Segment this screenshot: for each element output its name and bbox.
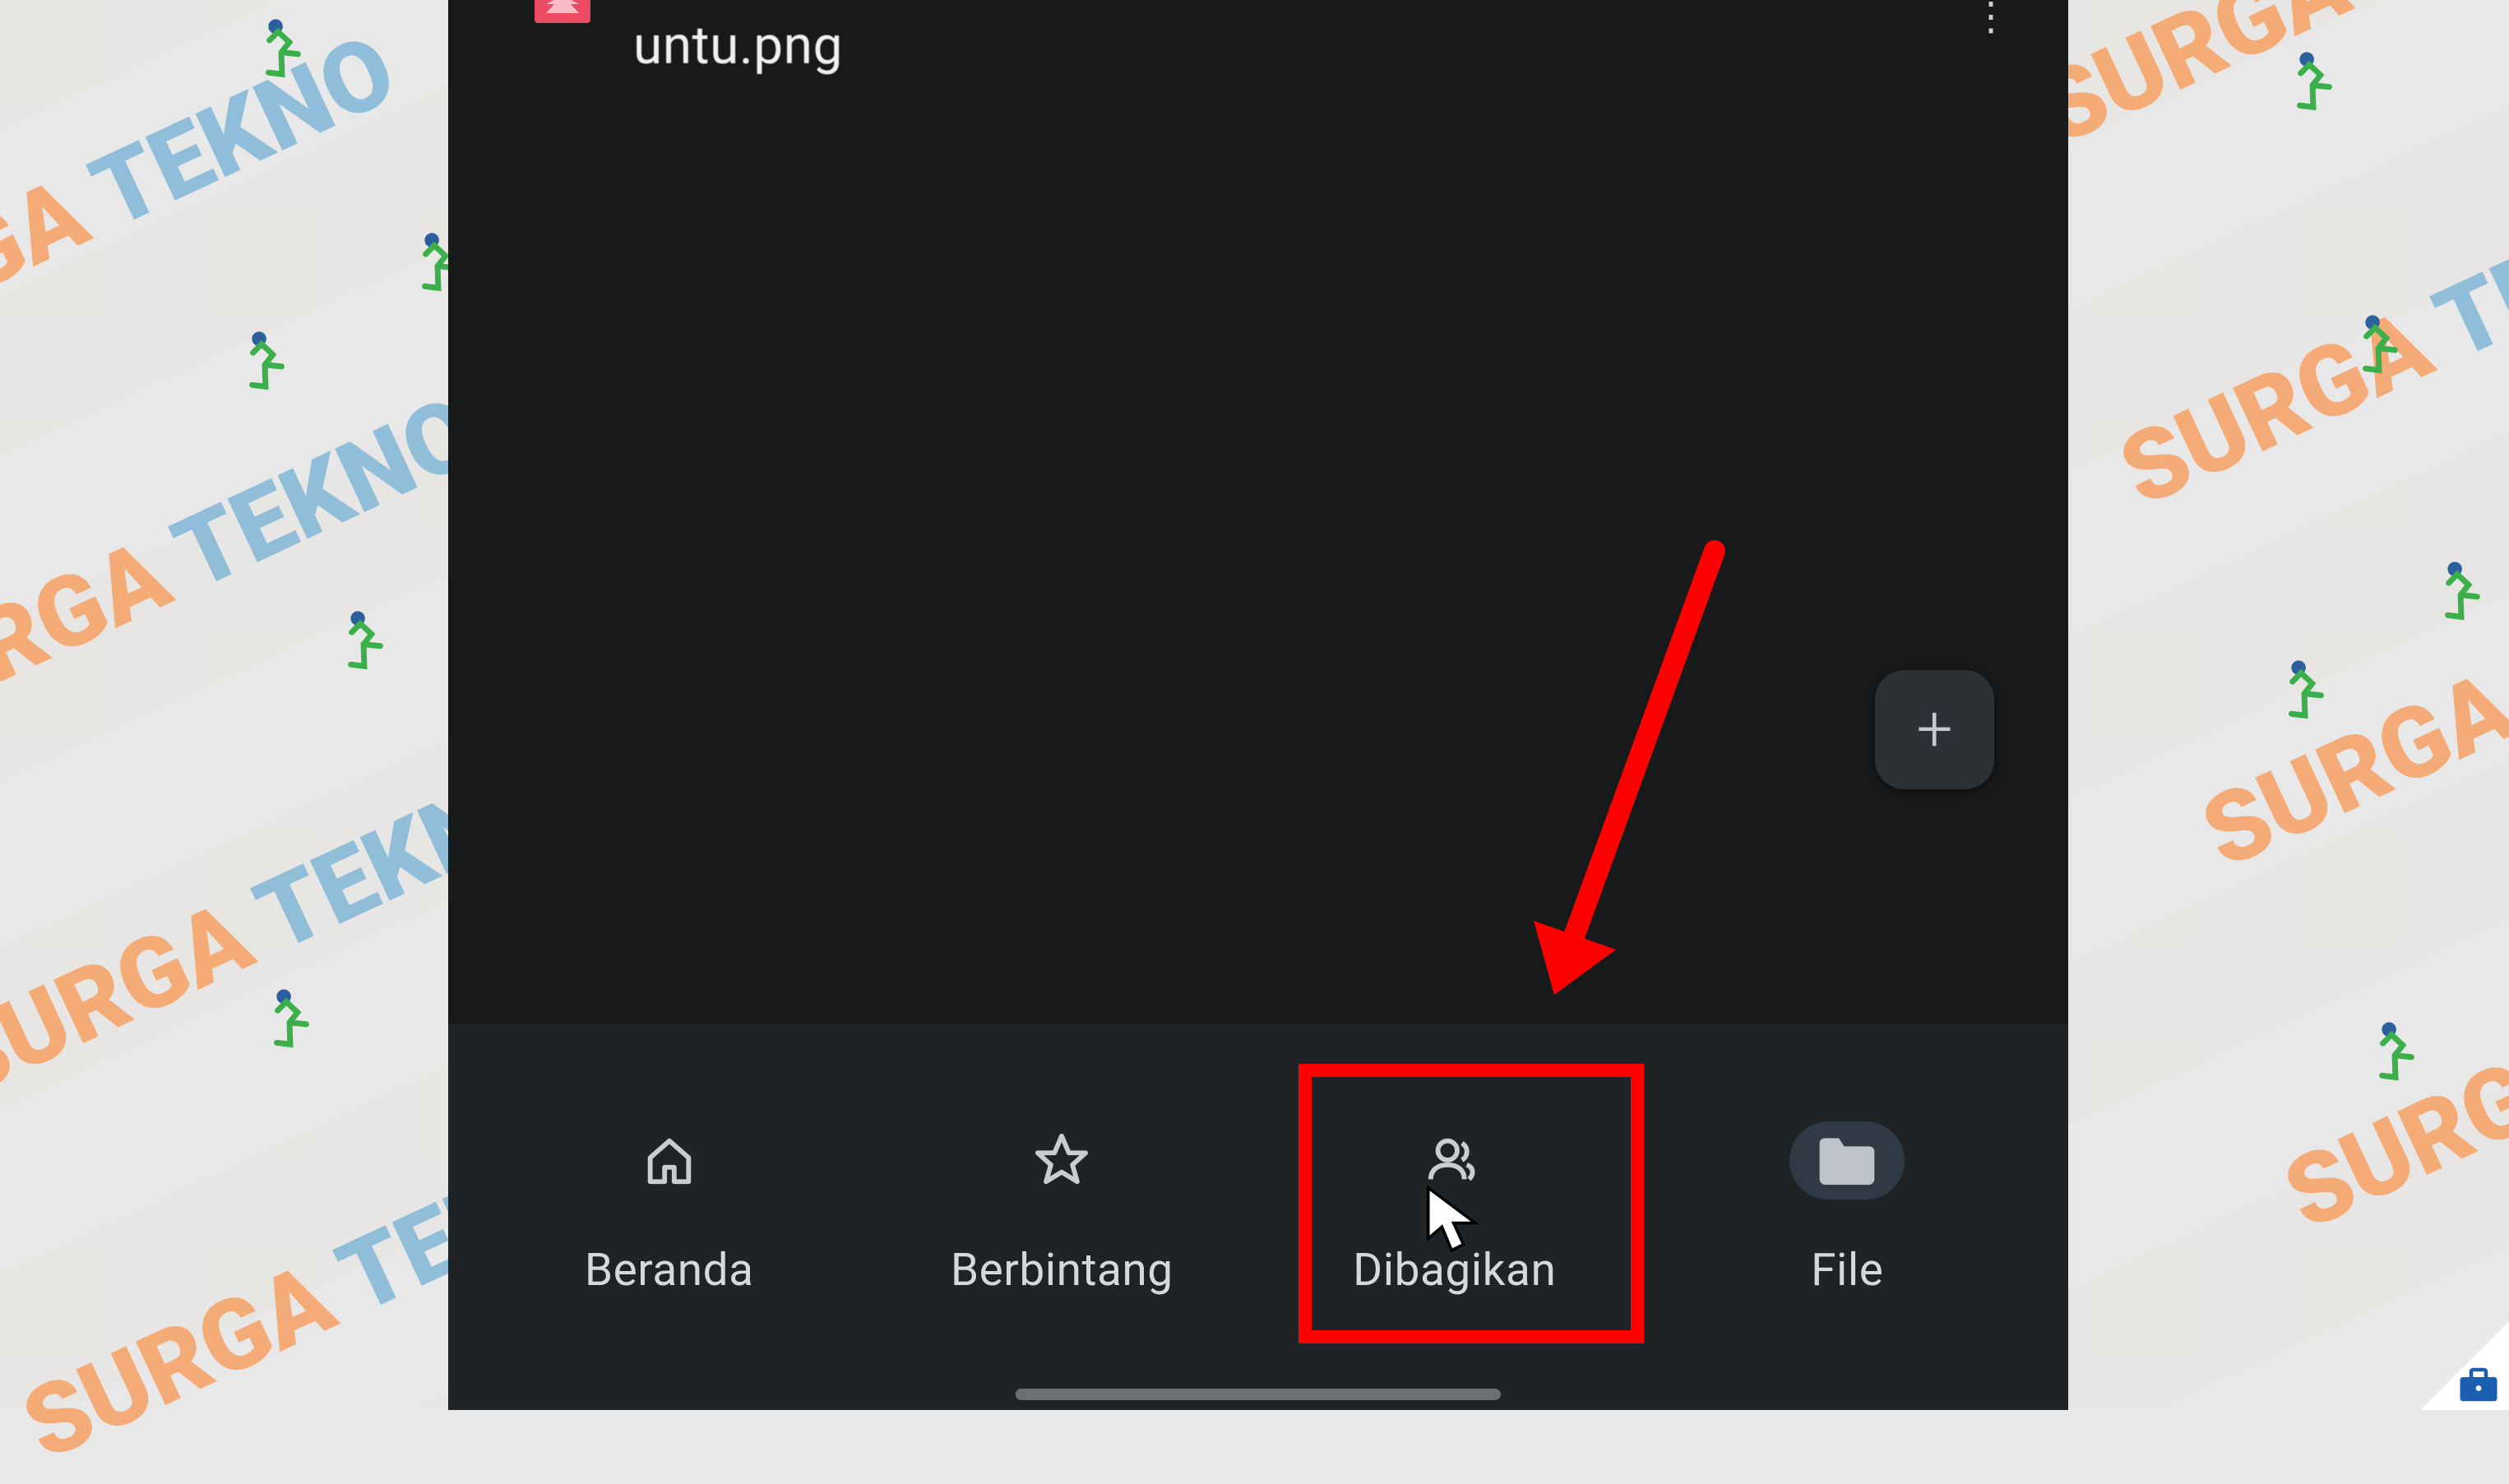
- nav-label: File: [1811, 1244, 1883, 1297]
- nav-label: Beranda: [585, 1244, 754, 1297]
- plus-icon: +: [1916, 698, 1952, 762]
- annotation-arrow: [1509, 534, 1739, 1028]
- nav-label: Dibagikan: [1353, 1244, 1556, 1297]
- gesture-bar[interactable]: [1016, 1389, 1501, 1400]
- briefcase-icon: [2456, 1366, 2501, 1403]
- nav-shared[interactable]: Dibagikan: [1258, 1069, 1651, 1348]
- bottom-navigation: Beranda Berbintang Dibagikan: [448, 1024, 2068, 1410]
- folder-icon: [1789, 1121, 1905, 1200]
- file-more-button[interactable]: ⋮: [1971, 10, 2011, 23]
- nav-starred[interactable]: Berbintang: [866, 1069, 1259, 1348]
- nav-home[interactable]: Beranda: [473, 1069, 866, 1348]
- app-window: untu.png ⋮ + Beranda Berbintang: [448, 0, 2068, 1410]
- nav-label: Berbintang: [951, 1244, 1173, 1297]
- home-icon: [612, 1121, 727, 1200]
- nav-files[interactable]: File: [1651, 1069, 2044, 1348]
- image-file-icon: [535, 0, 590, 23]
- star-icon: [1004, 1121, 1119, 1200]
- people-icon: [1397, 1121, 1512, 1200]
- file-list-row[interactable]: untu.png ⋮: [448, 0, 2068, 95]
- file-name-label: untu.png: [633, 15, 843, 76]
- add-button[interactable]: +: [1875, 670, 1994, 789]
